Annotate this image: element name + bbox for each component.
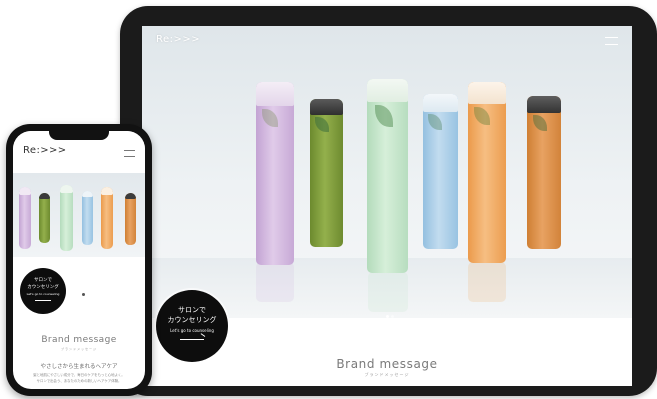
- site-logo[interactable]: Re:>>>: [23, 145, 67, 156]
- product-bottle-amber: [527, 96, 561, 249]
- brand-body-heading: やさしさから生まれるヘアケア: [40, 364, 118, 370]
- slider-dot[interactable]: [391, 315, 394, 318]
- product-bottle-sky: [82, 191, 93, 245]
- hamburger-menu-icon[interactable]: [605, 37, 618, 45]
- product-bottle-mint: [60, 185, 73, 251]
- counseling-badge-button[interactable]: サロンで カウンセリング Let's go to counseling: [20, 268, 66, 314]
- arrow-right-icon: [180, 339, 204, 340]
- phone-screen: Re:>>> サロンで カウンセリング Let's go to counseli…: [13, 131, 145, 389]
- site-logo[interactable]: Re:>>>: [156, 34, 200, 45]
- slider-dot-active[interactable]: [386, 315, 389, 318]
- arrow-right-icon: [35, 300, 51, 301]
- badge-line2: カウンセリング: [167, 316, 217, 324]
- hero-image: [13, 173, 145, 257]
- brand-message-title: Brand message: [336, 357, 438, 371]
- brand-body-line: サロンで出会う、あなたのための新しいヘアケア体験。: [36, 379, 122, 383]
- badge-english: Let's go to counseling: [26, 292, 60, 296]
- bottle-reflection: [468, 262, 506, 302]
- product-bottle-sky: [423, 94, 458, 249]
- product-bottle-amber: [125, 193, 136, 245]
- product-bottle-orange: [101, 187, 113, 249]
- brand-message-subtitle: ブランドメッセージ: [61, 347, 97, 351]
- product-bottle-lavender: [256, 82, 294, 265]
- slider-dot[interactable]: [82, 293, 85, 296]
- brand-body-line: 髪と地肌にやさしい成分で、毎日のケアをもっと心地よく。: [33, 373, 125, 377]
- phone-notch: [49, 131, 109, 140]
- badge-line1: サロンで: [178, 306, 206, 314]
- hero-image: Re:>>>: [142, 26, 632, 318]
- badge-english: Let's go to counseling: [170, 328, 214, 333]
- product-bottle-lavender: [19, 187, 31, 249]
- bottle-reflection: [256, 262, 294, 302]
- phone-device: Re:>>> サロンで カウンセリング Let's go to counseli…: [6, 124, 152, 396]
- product-bottle-mint: [367, 79, 408, 273]
- badge-line1: サロンで: [34, 278, 52, 283]
- product-bottle-orange: [468, 82, 506, 263]
- counseling-badge-button[interactable]: サロンで カウンセリング Let's go to counseling: [156, 290, 228, 362]
- badge-line2: カウンセリング: [27, 285, 59, 290]
- slider-pagination: [386, 303, 396, 318]
- product-bottle-olive: [39, 193, 50, 243]
- hamburger-menu-icon[interactable]: [124, 150, 135, 157]
- product-bottle-olive: [310, 99, 343, 247]
- brand-message-subtitle: ブランドメッセージ: [364, 372, 410, 377]
- brand-message-title: Brand message: [41, 335, 117, 345]
